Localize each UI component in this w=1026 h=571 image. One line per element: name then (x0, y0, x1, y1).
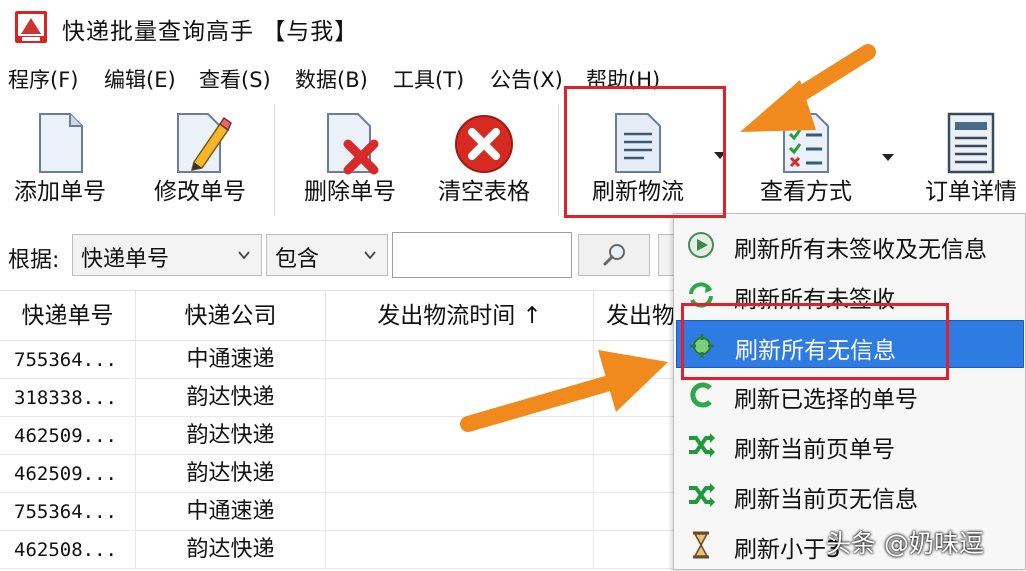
table-row[interactable]: 462509... 韵达快递 (0, 417, 680, 455)
table-row[interactable]: 755364... 中通速递 (0, 493, 680, 531)
refresh-play-icon (688, 232, 714, 258)
filter-field-value: 快递单号 (81, 247, 170, 272)
menu-tools[interactable]: 工具(T) (393, 64, 464, 94)
menu-view[interactable]: 查看(S) (199, 64, 271, 94)
filter-match-select[interactable]: 包含 (266, 234, 388, 276)
table-row[interactable]: 462508... 韵达快递 (0, 531, 680, 569)
menu-item-label: 刷新当前页无信息 (734, 487, 918, 513)
chevron-down-icon (364, 251, 376, 260)
add-number-button[interactable]: 添加单号 (4, 98, 116, 216)
refresh-current-page-item[interactable]: 刷新当前页单号 (676, 420, 1024, 468)
column-header-ship-time[interactable]: 发出物流时间 ↑ (326, 291, 594, 341)
clear-table-label: 清空表格 (438, 179, 530, 205)
table-row[interactable]: 462509... 韵达快递 (0, 455, 680, 493)
filter-by-label: 根据: (8, 248, 60, 273)
ship-time-cell (326, 455, 594, 493)
refresh-unsigned-and-noinfo-item[interactable]: 刷新所有未签收及无信息 (676, 220, 1024, 268)
order-detail-label: 订单详情 (925, 179, 1017, 205)
view-mode-button[interactable]: 查看方式 (748, 98, 864, 216)
refresh-dropdown-menu: 刷新所有未签收及无信息 刷新所有未签收 刷新所有无信息 刷新已选择的单号 刷新当… (673, 213, 1026, 570)
ship-time-cell (326, 341, 594, 379)
toolbar-separator (558, 104, 559, 216)
edit-pencil-icon (177, 113, 232, 173)
courier-cell: 韵达快递 (136, 455, 326, 493)
column-header-tracking-number[interactable]: 快递单号 (0, 291, 136, 341)
delete-number-label: 删除单号 (304, 179, 396, 205)
courier-cell: 中通速递 (136, 341, 326, 379)
refresh-button-highlight-box (564, 86, 726, 218)
table-row[interactable]: 755364... 中通速递 (0, 341, 680, 379)
order-detail-button[interactable]: 订单详情 (918, 98, 1024, 216)
tracking-number-cell: 462508... (0, 531, 136, 569)
toolbar-separator (274, 104, 275, 216)
shuffle-icon (689, 483, 715, 507)
clear-table-button[interactable]: 清空表格 (428, 98, 540, 216)
refresh-left-icon (690, 382, 712, 408)
shuffle-icon (689, 433, 715, 457)
menu-announcement[interactable]: 公告(X) (490, 64, 563, 94)
search-input[interactable] (392, 232, 572, 278)
order-list-icon (947, 112, 995, 174)
ship-time-cell (326, 417, 594, 455)
title-bar: 快递批量查询高手 【与我】 (0, 0, 1026, 58)
noinfo-item-highlight-box (681, 303, 949, 380)
courier-cell: 中通速递 (136, 493, 326, 531)
column-header-courier[interactable]: 快递公司 (136, 291, 326, 341)
view-mode-dropdown-arrow[interactable] (882, 154, 894, 161)
window-title: 快递批量查询高手 【与我】 (62, 19, 359, 45)
search-button[interactable] (578, 234, 650, 276)
tracking-number-cell: 462509... (0, 417, 136, 455)
menu-bar: 程序(F) 编辑(E) 查看(S) 数据(B) 工具(T) 公告(X) 帮助(H… (0, 58, 1026, 98)
tracking-number-cell: 462509... (0, 455, 136, 493)
edit-number-button[interactable]: 修改单号 (144, 98, 256, 216)
app-logo-icon (15, 11, 47, 43)
menu-edit[interactable]: 编辑(E) (104, 64, 176, 94)
menu-data[interactable]: 数据(B) (295, 64, 368, 94)
ship-time-cell (326, 493, 594, 531)
blank-document-icon (39, 113, 83, 173)
menu-item-label: 刷新所有未签收及无信息 (734, 237, 987, 263)
refresh-current-page-noinfo-item[interactable]: 刷新当前页无信息 (676, 470, 1024, 518)
tracking-number-cell: 755364... (0, 341, 136, 379)
chevron-down-icon (238, 251, 250, 260)
delete-document-icon (327, 113, 379, 175)
menu-program[interactable]: 程序(F) (8, 64, 78, 94)
toolbar: 添加单号 修改单号 删除单号 清空表格 刷新物流 查看方式 订单详情 (0, 98, 1026, 220)
ship-time-cell (326, 531, 594, 569)
tracking-number-cell: 318338... (0, 379, 136, 417)
clear-cross-icon (455, 115, 513, 173)
edit-number-label: 修改单号 (154, 179, 246, 205)
tracking-table: 快递单号 快递公司 发出物流时间 ↑ 发出物 755364... 中通速递 31… (0, 290, 680, 571)
filter-match-value: 包含 (275, 247, 320, 272)
filter-field-select[interactable]: 快递单号 (72, 234, 262, 276)
delete-number-button[interactable]: 删除单号 (294, 98, 406, 216)
view-mode-label: 查看方式 (760, 179, 852, 205)
checklist-icon (783, 113, 829, 173)
watermark-text: 头条 @奶味逗 (826, 529, 984, 558)
ship-time-cell (326, 379, 594, 417)
courier-cell: 韵达快递 (136, 531, 326, 569)
search-icon (603, 244, 625, 266)
courier-cell: 韵达快递 (136, 379, 326, 417)
menu-item-label: 刷新已选择的单号 (734, 387, 918, 413)
column-header-ship-more[interactable]: 发出物 (594, 291, 680, 341)
courier-cell: 韵达快递 (136, 417, 326, 455)
tracking-number-cell: 755364... (0, 493, 136, 531)
menu-item-label: 刷新小于3 (734, 537, 841, 563)
hourglass-icon (693, 531, 709, 559)
add-number-label: 添加单号 (14, 179, 106, 205)
table-row[interactable]: 318338... 韵达快递 (0, 379, 680, 417)
menu-item-label: 刷新当前页单号 (734, 437, 895, 463)
